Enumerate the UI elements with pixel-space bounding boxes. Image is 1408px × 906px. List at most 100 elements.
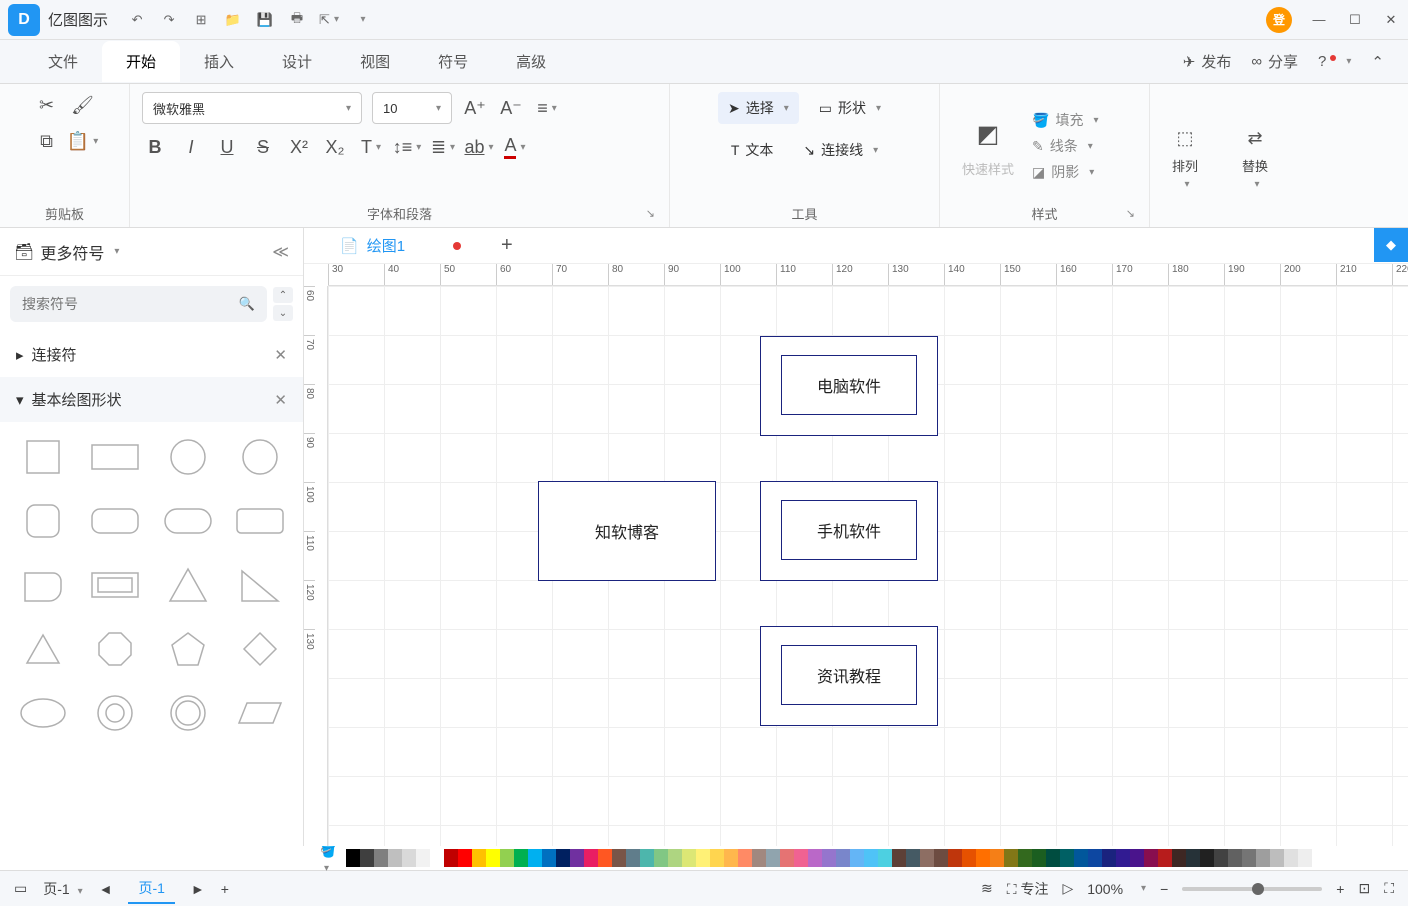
highlight-icon[interactable]: ab▾ <box>466 134 492 160</box>
color-swatch[interactable] <box>374 849 388 867</box>
document-tab[interactable]: 📄 绘图1 <box>320 228 481 263</box>
category-basic-shapes[interactable]: ▾ 基本绘图形状 ✕ <box>0 377 303 422</box>
tab-start[interactable]: 开始 <box>102 41 180 82</box>
bold-icon[interactable]: B <box>142 134 168 160</box>
color-swatch[interactable] <box>598 849 612 867</box>
save-icon[interactable]: 💾 <box>256 11 274 29</box>
color-swatch[interactable] <box>444 849 458 867</box>
color-swatch[interactable] <box>430 849 444 867</box>
color-swatch[interactable] <box>1186 849 1200 867</box>
color-swatch[interactable] <box>976 849 990 867</box>
color-swatch[interactable] <box>794 849 808 867</box>
color-swatch[interactable] <box>1088 849 1102 867</box>
shape-rounded-rect2[interactable] <box>157 494 219 548</box>
tab-insert[interactable]: 插入 <box>180 41 258 82</box>
shape-ellipse[interactable] <box>12 686 74 740</box>
color-swatch[interactable] <box>1004 849 1018 867</box>
color-swatch[interactable] <box>1032 849 1046 867</box>
color-swatch[interactable] <box>486 849 500 867</box>
replace-button[interactable]: ⇄ 替换▾ <box>1232 122 1278 194</box>
shape-triangle2[interactable] <box>12 622 74 676</box>
color-swatch[interactable] <box>710 849 724 867</box>
shape-tool-button[interactable]: ▭形状▾ <box>809 92 891 124</box>
color-swatch[interactable] <box>402 849 416 867</box>
color-swatch[interactable] <box>556 849 570 867</box>
color-swatch[interactable] <box>1200 849 1214 867</box>
color-swatch[interactable] <box>346 849 360 867</box>
canvas-shape-1-outer[interactable]: 电脑软件 <box>760 336 938 436</box>
redo-icon[interactable]: ↷ <box>160 11 178 29</box>
right-panel-toggle[interactable]: ◆ <box>1374 228 1408 262</box>
underline-icon[interactable]: U <box>214 134 240 160</box>
add-page-icon[interactable]: + <box>221 881 229 897</box>
category-connector[interactable]: ▸ 连接符 ✕ <box>0 332 303 377</box>
color-swatch[interactable] <box>766 849 780 867</box>
color-swatch[interactable] <box>542 849 556 867</box>
color-swatch[interactable] <box>1130 849 1144 867</box>
tab-file[interactable]: 文件 <box>24 41 102 82</box>
shape-frame[interactable] <box>84 558 146 612</box>
copy-icon[interactable]: ⧉ <box>34 128 60 154</box>
color-swatch[interactable] <box>738 849 752 867</box>
shape-donut[interactable] <box>84 686 146 740</box>
format-painter-icon[interactable]: 🖌 <box>70 92 96 118</box>
italic-icon[interactable]: I <box>178 134 204 160</box>
color-swatch[interactable] <box>962 849 976 867</box>
color-swatch[interactable] <box>752 849 766 867</box>
close-icon[interactable]: ✕ <box>1382 11 1400 29</box>
color-swatch[interactable] <box>864 849 878 867</box>
color-swatch[interactable] <box>696 849 710 867</box>
color-swatch[interactable] <box>780 849 794 867</box>
shape-diamond[interactable] <box>229 622 291 676</box>
presentation-icon[interactable]: ▷ <box>1062 880 1073 897</box>
subscript-icon[interactable]: X₂ <box>322 134 348 160</box>
arrange-button[interactable]: ⬚ 排列▾ <box>1162 122 1208 194</box>
fill-bucket-icon[interactable]: 🪣▾ <box>320 843 336 874</box>
cut-icon[interactable]: ✂ <box>34 92 60 118</box>
tab-symbol[interactable]: 符号 <box>414 41 492 82</box>
color-swatch[interactable] <box>836 849 850 867</box>
shape-rectangle[interactable] <box>84 430 146 484</box>
increase-font-icon[interactable]: A⁺ <box>462 95 488 121</box>
page-tab[interactable]: 页-1 <box>128 874 174 904</box>
color-swatch[interactable] <box>570 849 584 867</box>
scroll-up-icon[interactable]: ⌃ <box>273 287 293 303</box>
collapse-ribbon-icon[interactable]: ⌃ <box>1371 53 1384 71</box>
add-tab-button[interactable]: + <box>501 234 513 257</box>
qat-more-icon[interactable]: ▾ <box>352 11 370 29</box>
color-swatch[interactable] <box>1228 849 1242 867</box>
canvas-shape-3-inner[interactable]: 资讯教程 <box>781 645 917 705</box>
quick-style-button[interactable]: ◩ 快速样式 <box>952 111 1024 182</box>
color-swatch[interactable] <box>1018 849 1032 867</box>
shape-octagon[interactable] <box>84 622 146 676</box>
color-swatch[interactable] <box>360 849 374 867</box>
collapse-left-icon[interactable]: ≪ <box>272 242 289 262</box>
shape-circle[interactable] <box>157 430 219 484</box>
shape-pentagon[interactable] <box>157 622 219 676</box>
minimize-icon[interactable]: — <box>1310 11 1328 29</box>
color-swatch[interactable] <box>934 849 948 867</box>
color-swatch[interactable] <box>850 849 864 867</box>
new-icon[interactable]: ⊞ <box>192 11 210 29</box>
bullets-icon[interactable]: ≣▾ <box>430 134 456 160</box>
help-button[interactable]: ? ▾ <box>1318 53 1351 70</box>
color-swatch[interactable] <box>1284 849 1298 867</box>
canvas-shape-main[interactable]: 知软博客 <box>538 481 716 581</box>
shape-right-triangle[interactable] <box>229 558 291 612</box>
close-category-icon[interactable]: ✕ <box>274 346 287 364</box>
color-swatch[interactable] <box>682 849 696 867</box>
color-swatch[interactable] <box>892 849 906 867</box>
shape-teardrop[interactable] <box>12 558 74 612</box>
color-swatch[interactable] <box>808 849 822 867</box>
fit-page-icon[interactable]: ⊡ <box>1358 880 1370 897</box>
tab-advanced[interactable]: 高级 <box>492 41 570 82</box>
color-swatch[interactable] <box>906 849 920 867</box>
canvas-shape-1-inner[interactable]: 电脑软件 <box>781 355 917 415</box>
zoom-slider[interactable] <box>1182 887 1322 891</box>
color-swatch[interactable] <box>1172 849 1186 867</box>
search-field[interactable] <box>22 296 239 312</box>
symbol-search-input[interactable]: 🔍 <box>10 286 267 322</box>
font-color-icon[interactable]: A▾ <box>502 134 528 160</box>
color-swatch[interactable] <box>500 849 514 867</box>
canvas-shape-2-inner[interactable]: 手机软件 <box>781 500 917 560</box>
